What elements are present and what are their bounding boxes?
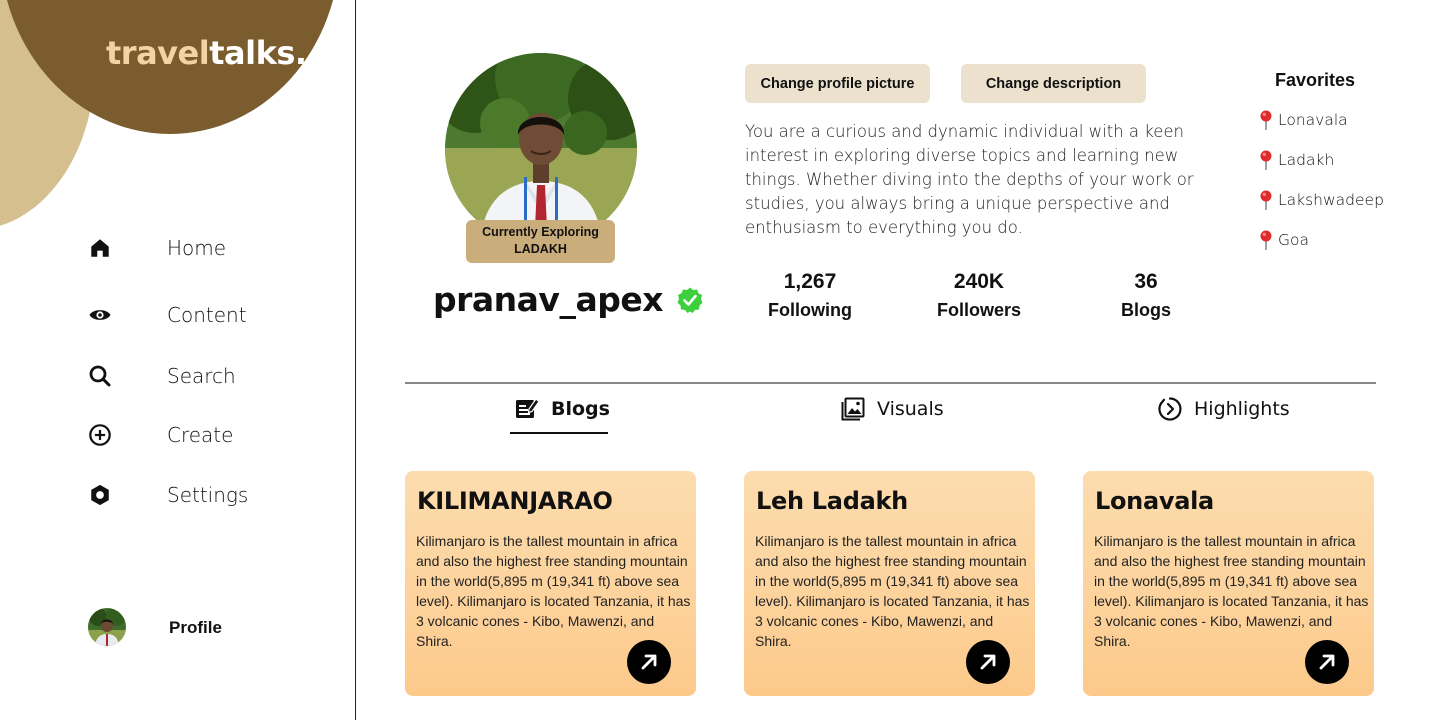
favorite-item[interactable]: Ladakh (1256, 148, 1436, 171)
exploring-location: LADAKH (514, 242, 567, 256)
arrow-up-right-icon (641, 654, 657, 670)
blog-card[interactable]: Leh Ladakh Kilimanjaro is the tallest mo… (744, 471, 1035, 696)
favorite-name: Goa (1278, 230, 1309, 249)
exploring-label: Currently Exploring (482, 225, 599, 239)
stat-label: Blogs (1120, 300, 1171, 320)
sidebar-item-label: Settings (167, 483, 249, 507)
currently-exploring-badge: Currently Exploring LADAKH (466, 220, 615, 263)
stat-value: 1,267 (783, 270, 837, 293)
logo-part-travel: travel (106, 34, 210, 72)
edit-icon (514, 396, 540, 422)
home-icon (88, 236, 112, 260)
favorites-panel: Favorites Lonavala Ladakh Lakshwadeep Go… (1256, 70, 1436, 251)
blog-card-body: Kilimanjaro is the tallest mountain in a… (755, 533, 1030, 649)
location-pin-icon (1256, 149, 1276, 171)
stat-value: 36 (1134, 270, 1158, 293)
arrow-up-right-icon (1319, 654, 1335, 670)
sidebar-item-label: Create (167, 423, 234, 447)
tab-visuals[interactable]: Visuals (840, 394, 944, 424)
blog-card[interactable]: KILIMANJARAO Kilimanjaro is the tallest … (405, 471, 696, 696)
arrow-up-right-icon (980, 654, 996, 670)
favorite-name: Lakshwadeep (1278, 190, 1384, 209)
sidebar: traveltalks. Home Content Search Create … (0, 0, 356, 720)
tab-label: Blogs (551, 398, 610, 420)
change-description-button[interactable]: Change description (961, 64, 1146, 103)
gallery-icon (840, 396, 866, 422)
open-blog-button[interactable] (966, 640, 1010, 684)
verified-badge-icon (676, 286, 704, 314)
open-blog-button[interactable] (1305, 640, 1349, 684)
location-pin-icon (1256, 109, 1276, 131)
tab-label: Highlights (1194, 398, 1290, 420)
stat-blogs[interactable]: 36 Blogs (1106, 270, 1186, 321)
tab-blogs[interactable]: Blogs (514, 394, 610, 424)
sidebar-item-label: Content (167, 303, 247, 327)
sidebar-item-label: Home (167, 236, 227, 260)
change-profile-picture-button[interactable]: Change profile picture (745, 64, 930, 103)
blog-card-body: Kilimanjaro is the tallest mountain in a… (416, 533, 691, 649)
blog-card-title: Lonavala (1095, 487, 1214, 515)
favorites-title: Favorites (1275, 70, 1356, 90)
blog-card[interactable]: Lonavala Kilimanjaro is the tallest moun… (1083, 471, 1374, 696)
highlights-icon (1157, 396, 1183, 422)
search-icon (88, 364, 112, 388)
stat-label: Followers (936, 300, 1021, 320)
logo-part-talks: talks. (209, 34, 307, 72)
profile-picture[interactable] (445, 53, 637, 245)
sidebar-item-search[interactable]: Search (88, 361, 328, 391)
favorite-name: Ladakh (1278, 150, 1335, 169)
blog-card-title: KILIMANJARAO (417, 487, 613, 515)
tab-label: Visuals (877, 398, 944, 420)
section-divider (405, 382, 1376, 384)
favorite-item[interactable]: Goa (1256, 228, 1436, 251)
favorite-item[interactable]: Lakshwadeep (1256, 188, 1436, 211)
gear-icon (88, 483, 112, 507)
app-logo[interactable]: traveltalks. (106, 34, 307, 72)
stat-value: 240K (953, 270, 1005, 293)
sidebar-item-label: Search (167, 364, 236, 388)
stat-label: Following (768, 300, 852, 320)
plus-circle-icon (88, 423, 112, 447)
username-row: pranav_apex (433, 280, 704, 319)
favorite-item[interactable]: Lonavala (1256, 108, 1436, 131)
username: pranav_apex (433, 280, 664, 319)
blog-card-body: Kilimanjaro is the tallest mountain in a… (1094, 533, 1369, 649)
tab-highlights[interactable]: Highlights (1157, 394, 1290, 424)
sidebar-item-settings[interactable]: Settings (88, 480, 328, 510)
location-pin-icon (1256, 189, 1276, 211)
sidebar-item-content[interactable]: Content (88, 300, 328, 330)
sidebar-item-profile[interactable]: Profile (88, 608, 222, 646)
eye-icon (88, 303, 112, 327)
location-pin-icon (1256, 229, 1276, 251)
sidebar-item-home[interactable]: Home (88, 233, 328, 263)
blog-card-title: Leh Ladakh (756, 487, 908, 515)
active-tab-indicator (510, 432, 608, 434)
stat-followers[interactable]: 240K Followers (928, 270, 1030, 321)
avatar (88, 608, 126, 646)
sidebar-item-create[interactable]: Create (88, 420, 328, 450)
sidebar-item-label: Profile (169, 618, 222, 637)
profile-description: You are a curious and dynamic individual… (745, 122, 1194, 237)
open-blog-button[interactable] (627, 640, 671, 684)
stat-following[interactable]: 1,267 Following (760, 270, 860, 321)
favorite-name: Lonavala (1278, 110, 1348, 129)
